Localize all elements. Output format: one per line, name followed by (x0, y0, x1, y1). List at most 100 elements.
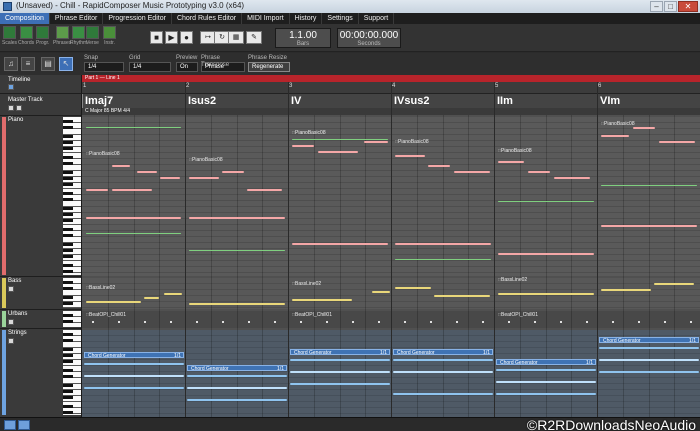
note[interactable] (428, 165, 450, 167)
note[interactable] (498, 201, 594, 202)
drum-hit[interactable] (300, 321, 302, 323)
note[interactable] (290, 359, 390, 361)
note[interactable] (292, 299, 352, 301)
drum-hit[interactable] (534, 321, 536, 323)
maximize-button[interactable]: □ (664, 1, 677, 12)
progressions-button[interactable]: Progr. (36, 26, 49, 46)
drum-hit[interactable] (612, 321, 614, 323)
chord-block[interactable]: VIm (597, 94, 700, 108)
metronome-button[interactable]: ▦ (228, 31, 244, 44)
add-icon[interactable] (8, 84, 14, 90)
drum-hit[interactable] (560, 321, 562, 323)
note[interactable] (395, 155, 425, 157)
zoom-in-button[interactable] (18, 420, 30, 430)
note[interactable] (498, 293, 594, 295)
note[interactable] (189, 303, 285, 305)
note[interactable] (498, 253, 594, 255)
chord-generator-clip[interactable]: Chord Generator 1/1 (84, 352, 184, 359)
piano-keyboard[interactable] (63, 117, 81, 275)
arrangement-grid[interactable]: Part 1 — Line 1 1 2 3 4 5 6 Imaj7 Isus2 … (82, 75, 700, 417)
chord-block[interactable]: IIm (494, 94, 597, 108)
note[interactable] (496, 369, 596, 371)
tab-progression-editor[interactable]: Progression Editor (103, 13, 172, 24)
drum-hit[interactable] (430, 321, 432, 323)
phrase-clip[interactable]: BeatOPI_Chill01 (292, 312, 332, 318)
note[interactable] (84, 363, 184, 365)
note[interactable] (454, 171, 490, 173)
drum-hit[interactable] (222, 321, 224, 323)
phrase-clip[interactable]: PianoBasic08 (601, 121, 635, 127)
note[interactable] (86, 301, 141, 303)
note[interactable] (189, 217, 285, 219)
note[interactable] (137, 171, 157, 173)
phrase-clip[interactable]: BassLine02 (86, 285, 115, 291)
strings-keyboard[interactable] (63, 330, 81, 415)
part-bar[interactable]: Part 1 — Line 1 (82, 75, 700, 82)
note[interactable] (434, 295, 490, 297)
track-name-urbans[interactable]: Urbans (8, 311, 27, 317)
note[interactable] (528, 171, 550, 173)
note[interactable] (112, 189, 152, 191)
record-button[interactable]: ● (180, 31, 193, 44)
note[interactable] (601, 289, 651, 291)
tab-composition[interactable]: Composition (0, 13, 50, 24)
tab-support[interactable]: Support (359, 13, 395, 24)
drum-hit[interactable] (456, 321, 458, 323)
note[interactable] (498, 161, 524, 163)
phrase-clip[interactable]: PianoBasic08 (395, 139, 429, 145)
phrase-clip[interactable]: BassLine02 (292, 281, 321, 287)
chord-generator-clip[interactable]: Chord Generator 1/1 (393, 349, 493, 356)
phrase-clip[interactable]: BassLine02 (498, 277, 527, 283)
phrase-transpose-select[interactable]: Phrase (201, 62, 245, 72)
drum-hit[interactable] (664, 321, 666, 323)
note[interactable] (318, 151, 358, 153)
tab-phrase-editor[interactable]: Phrase Editor (50, 13, 104, 24)
phrase-resize-select[interactable]: Regenerate (248, 62, 290, 72)
note[interactable] (290, 383, 390, 385)
drum-hit[interactable] (586, 321, 588, 323)
note[interactable] (364, 141, 388, 143)
note[interactable] (292, 243, 388, 245)
note[interactable] (84, 375, 184, 377)
note[interactable] (187, 399, 287, 401)
urbans-mute-icon[interactable] (8, 319, 14, 325)
note[interactable] (144, 297, 159, 299)
note[interactable] (187, 375, 287, 377)
chord-generator-clip[interactable]: Chord Generator 1/1 (290, 349, 390, 356)
note[interactable] (393, 359, 493, 361)
view-list-button[interactable]: ≡ (21, 57, 35, 71)
drum-hit[interactable] (144, 321, 146, 323)
note[interactable] (496, 393, 596, 395)
drum-hit[interactable] (326, 321, 328, 323)
note[interactable] (247, 189, 282, 191)
note[interactable] (601, 185, 697, 186)
phrase-clip[interactable]: PianoBasic08 (292, 130, 326, 136)
chord-generator-clip[interactable]: Chord Generator 1/1 (599, 337, 699, 344)
chord-block[interactable]: IVsus2 (391, 94, 494, 108)
drum-hit[interactable] (274, 321, 276, 323)
close-button[interactable]: ✕ (678, 1, 698, 12)
rhythm-button[interactable]: Rhythm (70, 26, 87, 46)
note[interactable] (599, 359, 699, 361)
drum-hit[interactable] (170, 321, 172, 323)
note[interactable] (633, 127, 655, 129)
note[interactable] (601, 225, 697, 227)
phrase-clip[interactable]: PianoBasic08 (189, 157, 223, 163)
phrase-clip[interactable]: PianoBasic08 (86, 151, 120, 157)
note[interactable] (654, 283, 694, 285)
chord-block[interactable]: IV (288, 94, 391, 108)
drum-hit[interactable] (638, 321, 640, 323)
note[interactable] (112, 165, 130, 167)
phrases-button[interactable]: Phrases (53, 26, 71, 46)
drum-hit[interactable] (508, 321, 510, 323)
drum-hit[interactable] (690, 321, 692, 323)
note[interactable] (189, 250, 285, 251)
strings-mute-icon[interactable] (8, 338, 14, 344)
drum-hit[interactable] (352, 321, 354, 323)
select-tool-button[interactable]: ↖ (59, 57, 73, 71)
master-mute-icon[interactable] (8, 105, 14, 111)
snap-select[interactable]: 1/4 (84, 62, 124, 72)
drum-hit[interactable] (482, 321, 484, 323)
master-solo-icon[interactable] (16, 105, 22, 111)
note[interactable] (496, 381, 596, 383)
